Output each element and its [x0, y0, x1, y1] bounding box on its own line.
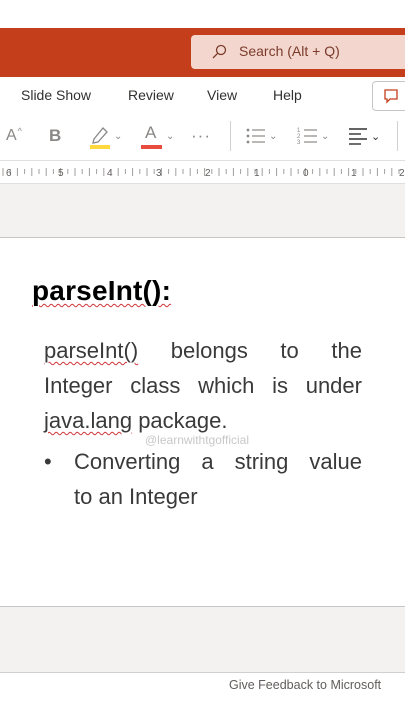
paragraph-word: is — [272, 373, 288, 398]
editor-background — [0, 184, 405, 238]
paragraph-word: belongs — [170, 338, 248, 363]
svg-text:3: 3 — [297, 140, 301, 146]
comment-icon — [384, 89, 398, 104]
paragraph-word: Integer — [44, 373, 113, 398]
slide-heading[interactable]: parseInt(): — [32, 275, 171, 307]
align-left-icon — [349, 128, 367, 145]
paragraph-word: to — [280, 338, 299, 363]
bullet-word: a — [201, 449, 214, 474]
font-color-icon: A — [141, 123, 163, 149]
slide-paragraph[interactable]: parseInt() belongs to the Integer class … — [44, 333, 362, 438]
status-bar: Give Feedback to Microsoft — [0, 672, 405, 720]
search-icon — [212, 44, 227, 59]
tab-review[interactable]: Review — [128, 87, 174, 103]
ribbon-toolbar: A ^ B ⌄ A ⌄ ··· ⌄ 1 2 3 ⌄ ⌄ — [0, 115, 405, 157]
bullet-list-icon — [246, 128, 265, 144]
paragraph-word: class — [130, 373, 181, 398]
heading-text: parseInt(): — [32, 275, 172, 306]
grow-font-label: A — [6, 127, 17, 144]
bullet-line-2: to an Integer — [74, 484, 198, 509]
paragraph-word: under — [305, 373, 362, 398]
search-box[interactable]: Search (Alt + Q) — [191, 35, 405, 69]
give-feedback-link[interactable]: Give Feedback to Microsoft — [229, 678, 381, 692]
paragraph-word: which — [198, 373, 255, 398]
chevron-down-icon: ⌄ — [321, 130, 330, 142]
bullet-line-1: Converting a string value — [74, 444, 362, 479]
horizontal-ruler: 6 5 4 3 2 1 0 1 2 — [0, 160, 405, 184]
tab-help[interactable]: Help — [273, 87, 302, 103]
ruler-label: 1 — [351, 168, 357, 179]
ruler-label: 4 — [107, 168, 113, 179]
grow-font-button[interactable]: A ^ — [6, 123, 22, 149]
bullet-word: Converting — [74, 449, 181, 474]
comments-button[interactable] — [372, 81, 405, 111]
slide-bullet-item[interactable]: Converting a string value to an Integer — [74, 444, 362, 514]
chevron-down-icon: ⌄ — [269, 130, 278, 142]
highlighter-icon — [90, 127, 110, 149]
bullets-button[interactable]: ⌄ — [245, 123, 277, 149]
bold-label: B — [49, 126, 62, 145]
chevron-down-icon: ⌄ — [371, 130, 381, 143]
paragraph-word: parseInt() — [44, 338, 139, 363]
bullet-marker: • — [44, 449, 52, 474]
more-label: ··· — [191, 126, 211, 145]
chevron-down-icon: ⌄ — [166, 130, 175, 142]
paragraph-word: java.lang — [44, 408, 133, 433]
numbering-button[interactable]: 1 2 3 ⌄ — [297, 123, 329, 149]
search-placeholder: Search (Alt + Q) — [239, 43, 340, 59]
more-options-button[interactable]: ··· — [191, 123, 211, 149]
ruler-label: 2 — [205, 168, 211, 179]
bold-button[interactable]: B — [49, 123, 61, 149]
bullet-word: value — [309, 449, 362, 474]
ruler-label: 0 — [303, 168, 309, 179]
tab-slide-show[interactable]: Slide Show — [21, 87, 91, 103]
ruler-label: 3 — [156, 168, 162, 179]
menu-bar: Slide Show Review View Help — [0, 77, 405, 115]
top-strip — [0, 0, 405, 28]
toolbar-divider — [397, 121, 398, 151]
bullet-word: string — [234, 449, 289, 474]
tab-view[interactable]: View — [207, 87, 237, 103]
paragraph-line-1: parseInt() belongs to the — [44, 333, 362, 368]
paragraph-word: package. — [132, 408, 228, 433]
ruler-label: 5 — [58, 168, 64, 179]
numbered-list-icon: 1 2 3 — [297, 128, 317, 146]
ruler-label: 6 — [6, 168, 12, 179]
highlight-button[interactable]: ⌄ — [88, 123, 122, 149]
ruler-scale: 6 5 4 3 2 1 0 1 2 — [2, 168, 405, 179]
paragraph-line-2: Integer class which is under — [44, 368, 362, 403]
notes-area — [0, 606, 405, 672]
font-color-button[interactable]: A ⌄ — [141, 123, 174, 149]
chevron-down-icon: ⌄ — [114, 130, 123, 142]
toolbar-divider — [230, 121, 231, 151]
font-color-label: A — [145, 123, 157, 142]
paragraph-word: the — [331, 338, 362, 363]
caret-up-icon: ^ — [17, 126, 22, 136]
align-button[interactable]: ⌄ — [348, 123, 380, 149]
ruler-label: 2 — [399, 168, 405, 179]
ruler-label: 1 — [254, 168, 260, 179]
